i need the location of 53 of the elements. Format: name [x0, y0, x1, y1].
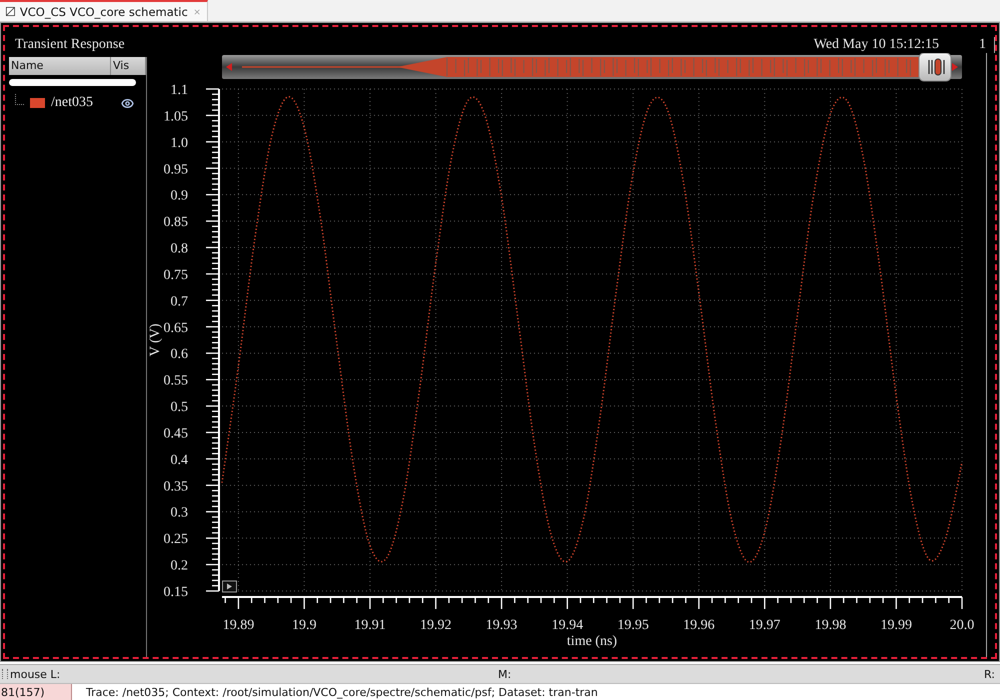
- axis-tick-label: 0.35: [164, 479, 188, 494]
- axis-tick-label: 19.89: [222, 618, 254, 633]
- overview-strip-drawing[interactable]: [222, 55, 962, 79]
- mouse-right-label: R:: [984, 668, 996, 680]
- axis-tick-label: 0.4: [170, 452, 188, 468]
- axis-tick-label: 0.5: [170, 400, 188, 416]
- status-message: Trace: /net035; Context: /root/simulation/VCO_core/spectre/schematic/psf; Dataset: tran-tran: [85, 684, 598, 700]
- axis-tick-label: 19.93: [486, 618, 518, 633]
- axis-tick-label: 0.65: [164, 320, 188, 336]
- schematic-tab[interactable]: VCO_CS VCO_core schematic: [0, 0, 208, 21]
- axis-tick-label: 0.45: [164, 426, 188, 442]
- mouse-middle-label: M:: [498, 668, 512, 680]
- schematic-icon: [6, 5, 15, 18]
- axis-tick-label: 0.15: [164, 585, 188, 600]
- axis-tick-label: 0.3: [170, 506, 188, 521]
- axis-tick-label: 0.8: [170, 242, 188, 257]
- axis-tick-label: 1.1: [170, 83, 188, 98]
- axis-tick-label: 19.9: [292, 618, 316, 633]
- axis-title: time (ns): [566, 634, 618, 649]
- list-scrollbar[interactable]: [9, 79, 136, 86]
- axis-tick-label: 0.9: [170, 188, 188, 204]
- axis-tick-label: 19.94: [552, 618, 584, 633]
- trace-name[interactable]: /net035: [51, 95, 115, 111]
- axis-tick-label: 0.95: [164, 162, 188, 178]
- column-header[interactable]: Vis: [111, 57, 146, 75]
- axis-tick-label: 1.0: [170, 136, 188, 151]
- axis-tick-label: 19.97: [748, 618, 780, 633]
- axis-tick-label: 19.95: [617, 618, 649, 633]
- corner-text: 1: [979, 37, 995, 53]
- mouse-left-label: mouse L:: [10, 668, 62, 680]
- column-header[interactable]: Name: [9, 57, 111, 75]
- axis-tick-label: 19.99: [880, 618, 912, 633]
- eye-icon[interactable]: [121, 96, 134, 110]
- axis-title: V (V): [148, 324, 163, 356]
- counter: 81(157): [0, 684, 72, 700]
- axis-tick-label: 0.85: [164, 215, 188, 230]
- axis-tick-label: 20.0: [950, 618, 974, 633]
- axis-tick-label: 0.2: [170, 558, 188, 574]
- axis-tick-label: 0.55: [164, 374, 188, 389]
- graph-title: Transient Response: [15, 37, 126, 53]
- tab-title: VCO_CS VCO_core schematic: [20, 4, 188, 18]
- axis-tick-label: 19.96: [683, 618, 715, 633]
- axis-tick-label: 19.98: [814, 618, 846, 633]
- axis-tick-label: 0.6: [170, 347, 188, 362]
- timestamp: Wed May 10 15:12:15: [814, 37, 939, 53]
- axis-tick-label: 0.7: [170, 294, 188, 310]
- axis-tick-label: 0.75: [164, 268, 188, 283]
- play-button[interactable]: [222, 580, 237, 592]
- axis-tick-label: 0.25: [164, 532, 188, 548]
- scroll-thumb[interactable]: [918, 53, 952, 82]
- axis-tick-label: 1.05: [164, 109, 188, 124]
- axis-tick-label: 19.92: [420, 618, 452, 633]
- axis-tick-label: 19.91: [354, 618, 386, 633]
